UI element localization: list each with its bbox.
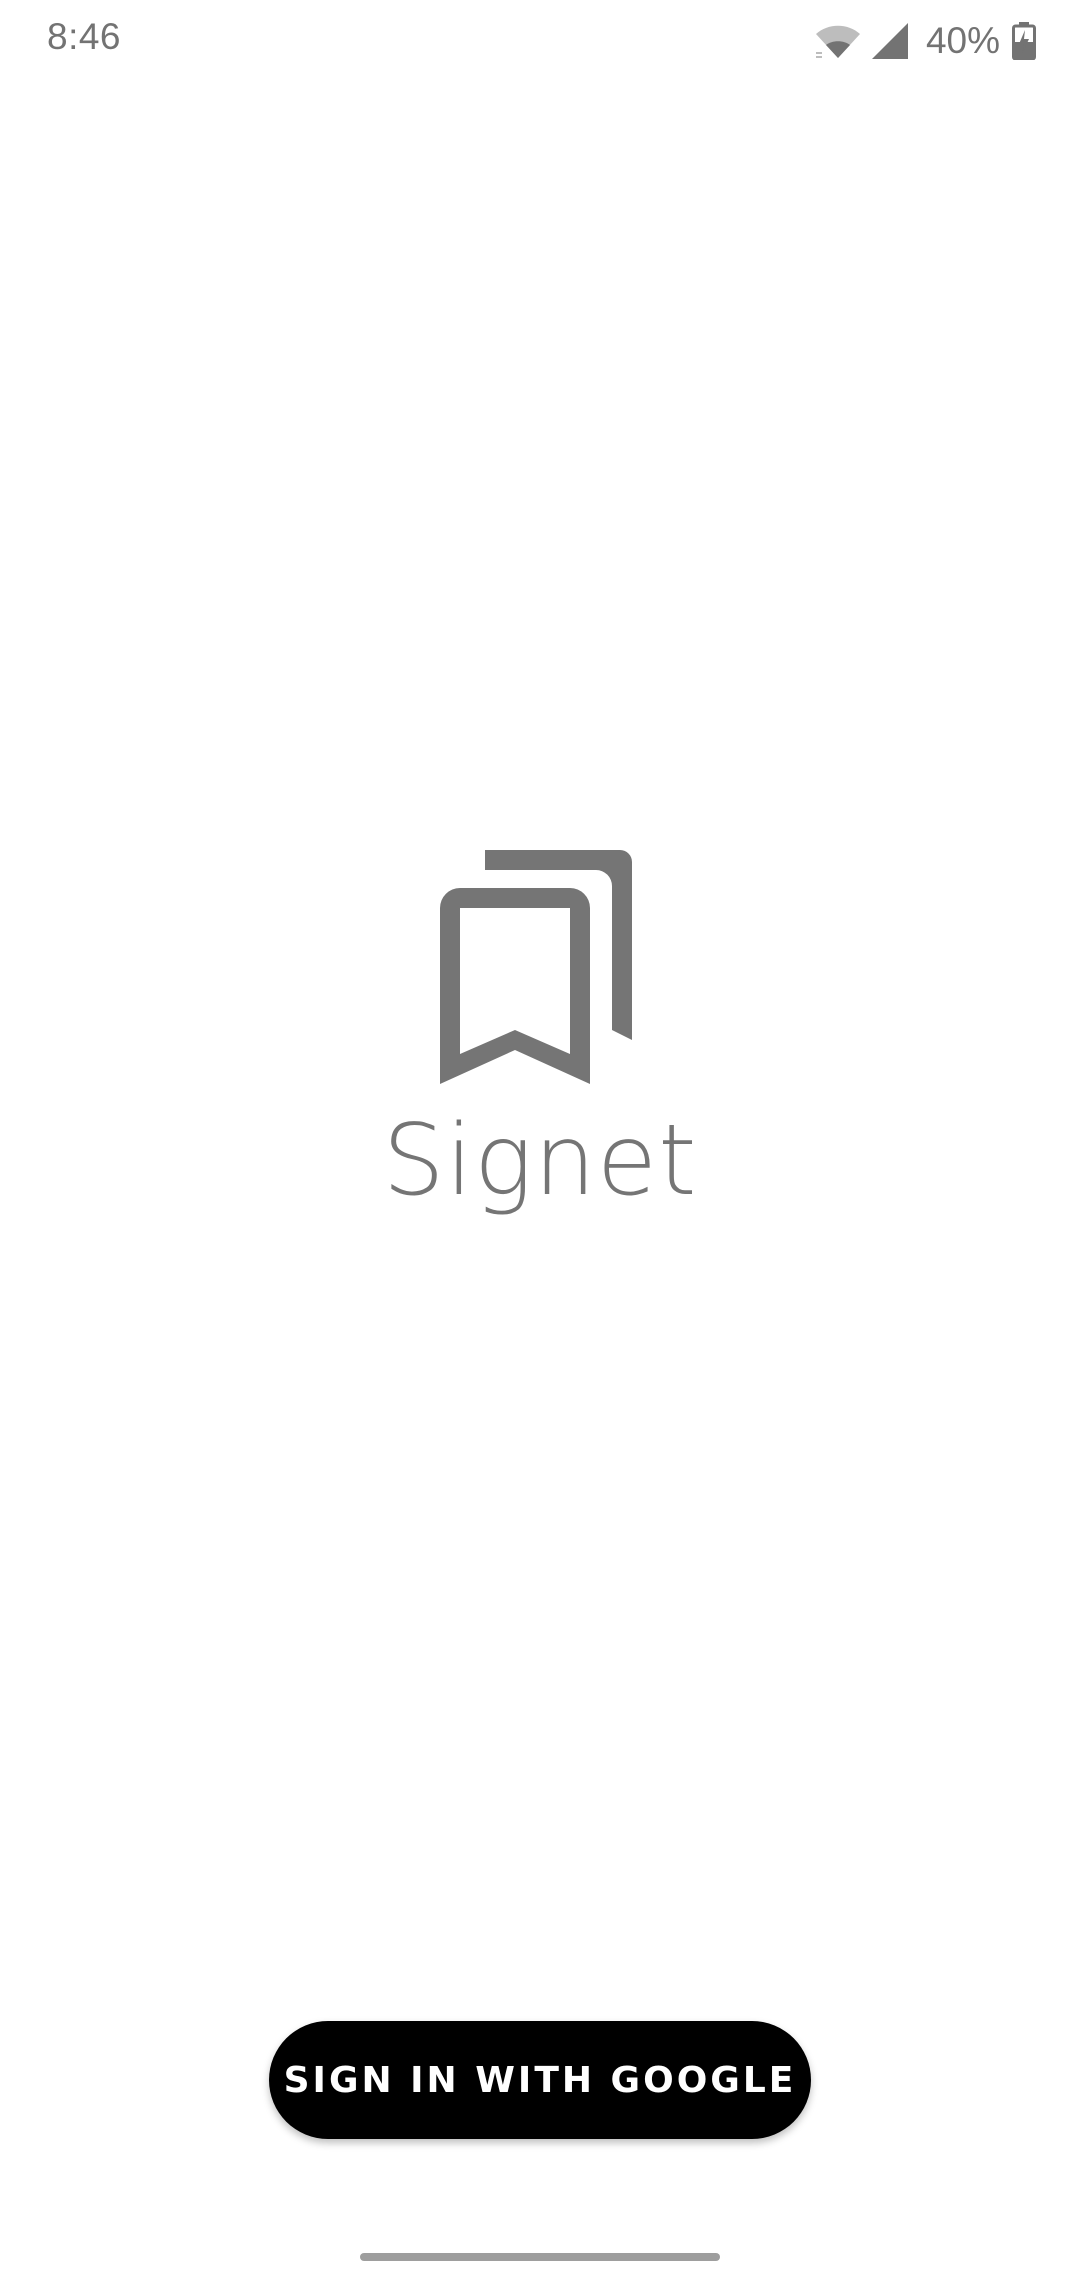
sign-in-with-google-button[interactable]: SIGN IN WITH GOOGLE	[269, 2021, 811, 2139]
signin-screen: 8:46 40% Signet SIGN IN WITH GOOGLE	[0, 0, 1080, 2280]
cell-signal-icon	[871, 23, 908, 59]
app-name: Signet	[382, 1104, 698, 1218]
status-bar: 8:46 40%	[0, 0, 1080, 80]
sign-in-button-label: SIGN IN WITH GOOGLE	[283, 2059, 797, 2101]
status-time: 8:46	[47, 16, 122, 57]
app-logo: Signet	[0, 850, 1080, 1210]
battery-percent: 40%	[925, 20, 1000, 61]
battery-charging-icon	[1012, 22, 1036, 60]
bookmarks-icon	[440, 850, 632, 1084]
status-icons: 40%	[814, 18, 1036, 64]
wifi-icon	[815, 25, 860, 58]
home-indicator[interactable]	[360, 2253, 720, 2261]
